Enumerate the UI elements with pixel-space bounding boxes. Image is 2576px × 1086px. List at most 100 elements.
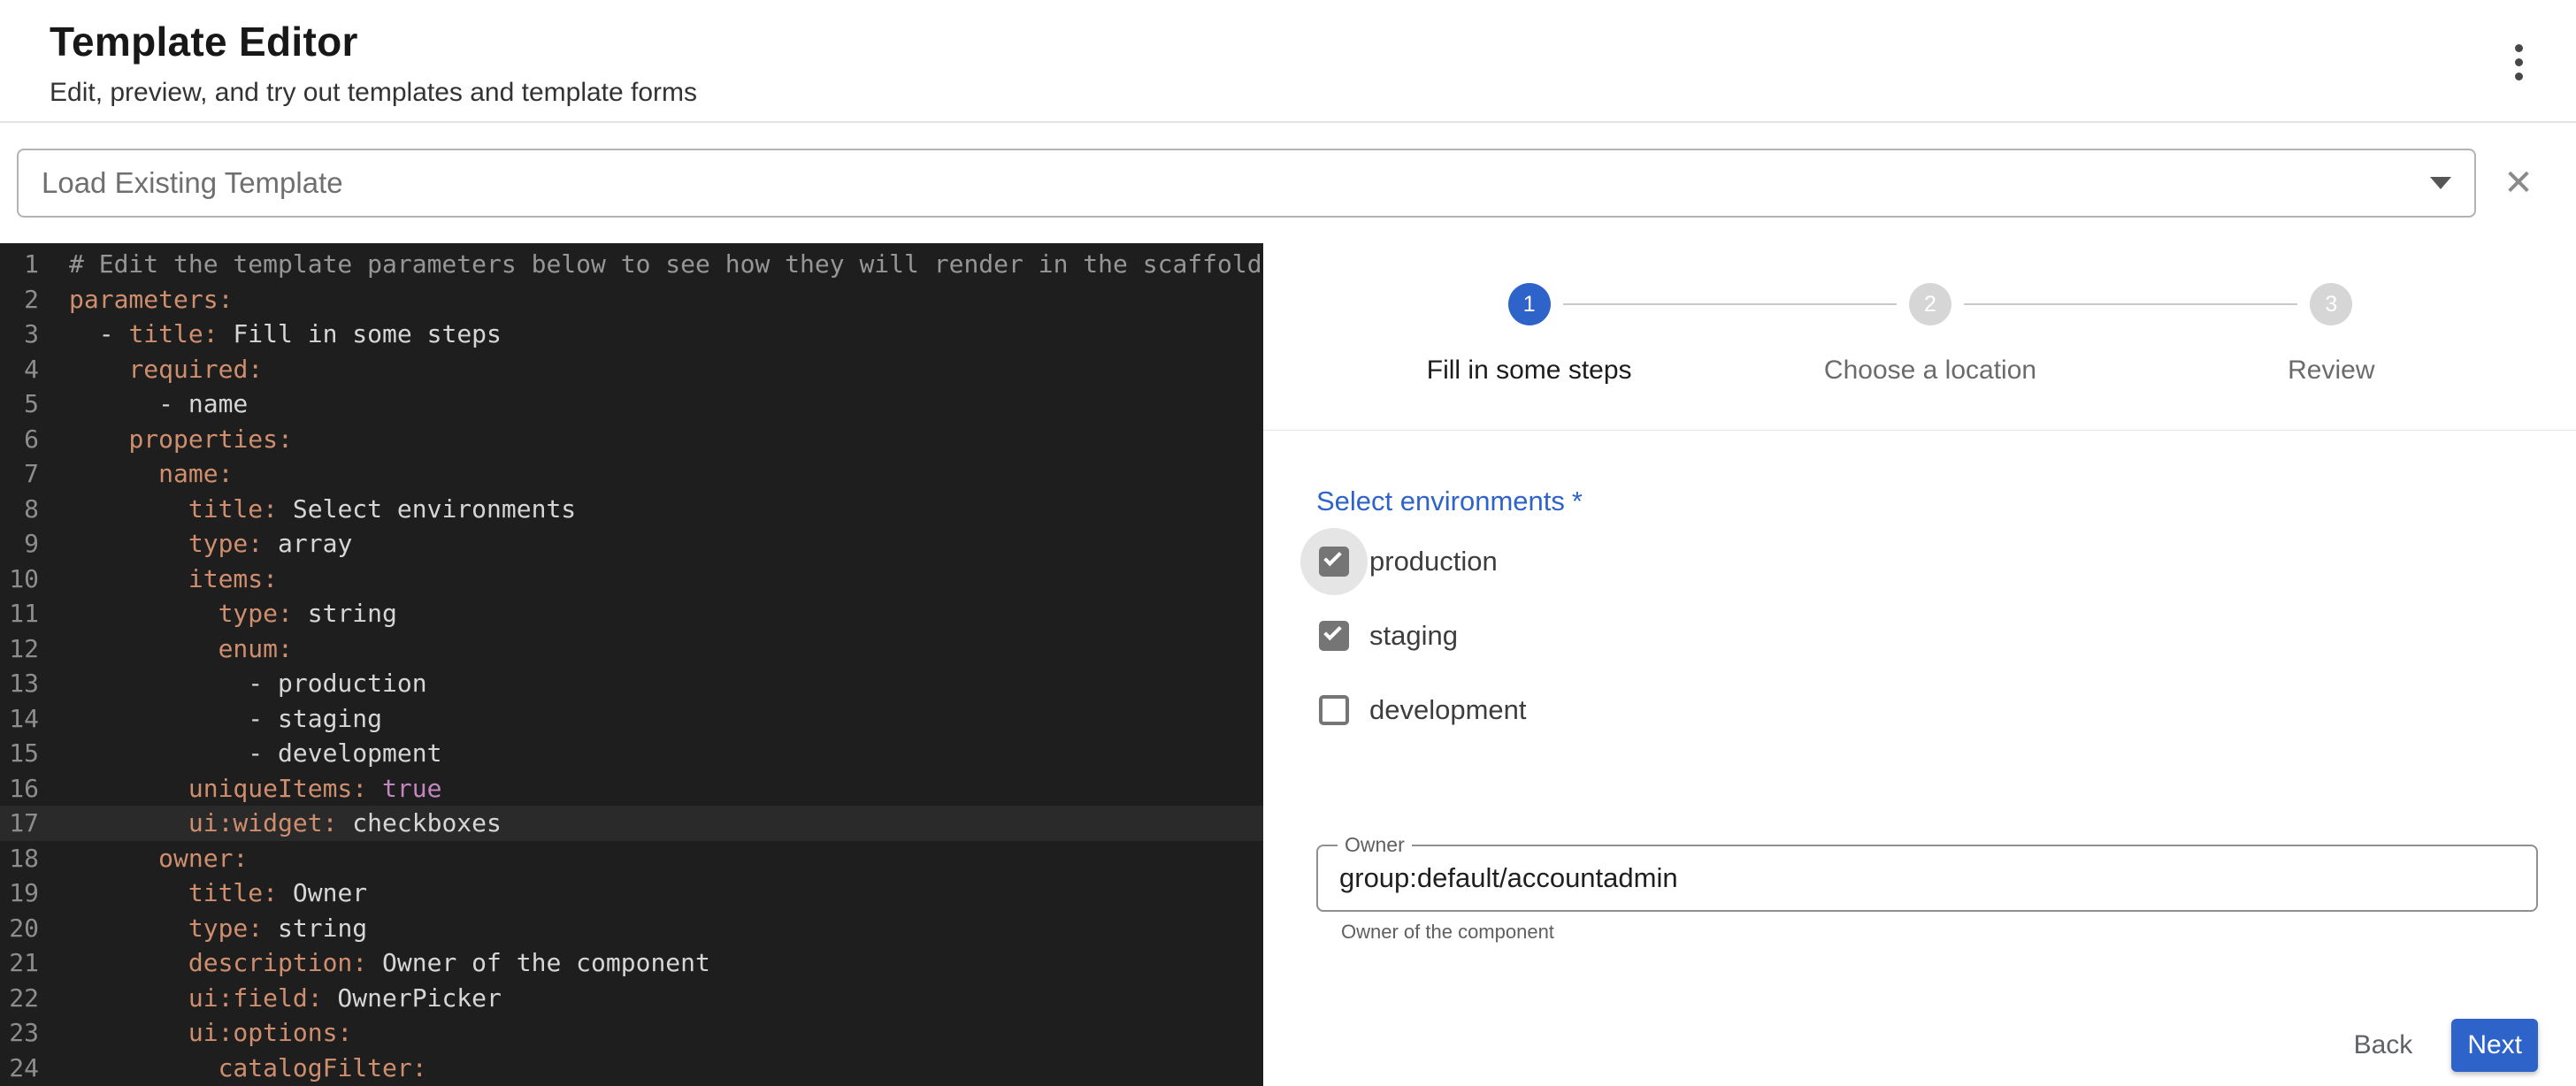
main-split: 1# Edit the template parameters below to… — [0, 243, 2576, 1086]
code-line-text: - name — [39, 386, 248, 422]
line-number: 2 — [0, 282, 39, 317]
preview-panel: 1Fill in some steps2Choose a location3Re… — [1263, 243, 2576, 1086]
code-line-text: properties: — [39, 422, 293, 457]
code-line[interactable]: 7 name: — [0, 456, 1263, 492]
stepper-step[interactable]: 3 Review — [2131, 283, 2532, 430]
checkbox-checked-icon[interactable] — [1319, 547, 1349, 577]
code-line[interactable]: 19 title: Owner — [0, 876, 1263, 911]
checkbox-label: staging — [1369, 620, 1458, 652]
code-line-text: owner: — [39, 841, 248, 876]
required-asterisk: * — [1572, 486, 1583, 516]
code-line-text: - staging — [39, 701, 382, 737]
line-number: 14 — [0, 701, 39, 737]
kebab-dot — [2515, 73, 2523, 80]
step-label: Choose a location — [1824, 356, 2036, 386]
code-line[interactable]: 24 catalogFilter: — [0, 1051, 1263, 1086]
page-subtitle: Edit, preview, and try out templates and… — [50, 78, 2470, 108]
select-environments-label: Select environments* — [1316, 486, 2538, 517]
code-line[interactable]: 10 items: — [0, 562, 1263, 597]
code-line[interactable]: 21 description: Owner of the component — [0, 945, 1263, 981]
code-line-text: items: — [39, 562, 278, 597]
line-number: 18 — [0, 841, 39, 876]
code-line-text: enum: — [39, 631, 293, 667]
load-existing-template-select[interactable]: Load Existing Template — [17, 149, 2476, 218]
code-line[interactable]: 16 uniqueItems: true — [0, 771, 1263, 807]
form-content: Select environments* production staging de… — [1263, 431, 2576, 1086]
code-line[interactable]: 8 title: Select environments — [0, 492, 1263, 527]
checkbox-ripple — [1300, 677, 1368, 744]
code-line[interactable]: 9 type: array — [0, 526, 1263, 562]
line-number: 5 — [0, 386, 39, 422]
code-line[interactable]: 6 properties: — [0, 422, 1263, 457]
owner-input[interactable] — [1318, 846, 2536, 910]
checkmark-icon — [1323, 548, 1342, 567]
checkbox-row-staging[interactable]: staging — [1316, 599, 2538, 673]
code-line[interactable]: 3 - title: Fill in some steps — [0, 317, 1263, 352]
code-line-text: - production — [39, 666, 427, 701]
code-line[interactable]: 12 enum: — [0, 631, 1263, 667]
line-number: 8 — [0, 492, 39, 527]
line-number: 3 — [0, 317, 39, 352]
code-line-text: type: string — [39, 596, 397, 631]
code-line[interactable]: 23 ui:options: — [0, 1015, 1263, 1051]
step-circle-icon: 3 — [2310, 283, 2352, 325]
code-line-text: parameters: — [39, 282, 233, 317]
footer-actions: Back Next — [1316, 1019, 2538, 1086]
line-number: 7 — [0, 456, 39, 492]
checkbox-unchecked-icon[interactable] — [1319, 695, 1349, 725]
code-line[interactable]: 20 type: string — [0, 911, 1263, 946]
line-number: 23 — [0, 1015, 39, 1051]
code-line-text: name: — [39, 456, 233, 492]
code-line[interactable]: 22 ui:field: OwnerPicker — [0, 981, 1263, 1016]
line-number: 4 — [0, 352, 39, 387]
owner-helper-text: Owner of the component — [1341, 921, 2538, 944]
code-line-text: uniqueItems: true — [39, 771, 441, 807]
line-number: 6 — [0, 422, 39, 457]
step-circle-icon: 2 — [1909, 283, 1951, 325]
code-line[interactable]: 4 required: — [0, 352, 1263, 387]
kebab-menu-icon[interactable] — [2494, 34, 2543, 90]
code-line[interactable]: 5 - name — [0, 386, 1263, 422]
owner-field-label: Owner — [1338, 833, 1412, 858]
back-button[interactable]: Back — [2336, 1019, 2431, 1072]
next-button[interactable]: Next — [2451, 1019, 2538, 1072]
code-line[interactable]: 18 owner: — [0, 841, 1263, 876]
checkbox-ripple — [1300, 602, 1368, 669]
kebab-dot — [2515, 58, 2523, 66]
step-label: Review — [2288, 356, 2374, 386]
code-line-text: title: Owner — [39, 876, 367, 911]
dropdown-arrow-icon[interactable] — [2430, 177, 2451, 189]
line-number: 13 — [0, 666, 39, 701]
checkbox-row-development[interactable]: development — [1316, 673, 2538, 747]
code-line[interactable]: 2parameters: — [0, 282, 1263, 317]
line-number: 11 — [0, 596, 39, 631]
code-line[interactable]: 11 type: string — [0, 596, 1263, 631]
code-line[interactable]: 14 - staging — [0, 701, 1263, 737]
page-title: Template Editor — [50, 18, 2470, 65]
owner-field[interactable]: Owner — [1316, 845, 2538, 912]
code-line-text: - title: Fill in some steps — [39, 317, 502, 352]
stepper: 1Fill in some steps2Choose a location3Re… — [1263, 243, 2576, 431]
code-line-text: ui:options: — [39, 1015, 352, 1051]
line-number: 16 — [0, 771, 39, 807]
line-number: 9 — [0, 526, 39, 562]
checkbox-row-production[interactable]: production — [1316, 524, 2538, 599]
code-line-text: - development — [39, 736, 441, 771]
checkmark-icon — [1323, 623, 1342, 641]
checkbox-checked-icon[interactable] — [1319, 621, 1349, 651]
code-line[interactable]: 17 ui:widget: checkboxes — [0, 806, 1263, 841]
code-line[interactable]: 15 - development — [0, 736, 1263, 771]
code-line-text: required: — [39, 352, 263, 387]
code-line-text: # Edit the template parameters below to … — [39, 247, 1263, 282]
line-number: 15 — [0, 736, 39, 771]
yaml-code-editor[interactable]: 1# Edit the template parameters below to… — [0, 243, 1263, 1086]
close-icon[interactable]: ✕ — [2483, 148, 2554, 218]
line-number: 24 — [0, 1051, 39, 1086]
code-line[interactable]: 13 - production — [0, 666, 1263, 701]
line-number: 10 — [0, 562, 39, 597]
code-line[interactable]: 1# Edit the template parameters below to… — [0, 247, 1263, 282]
line-number: 1 — [0, 247, 39, 282]
line-number: 12 — [0, 631, 39, 667]
line-number: 21 — [0, 945, 39, 981]
kebab-dot — [2515, 44, 2523, 52]
